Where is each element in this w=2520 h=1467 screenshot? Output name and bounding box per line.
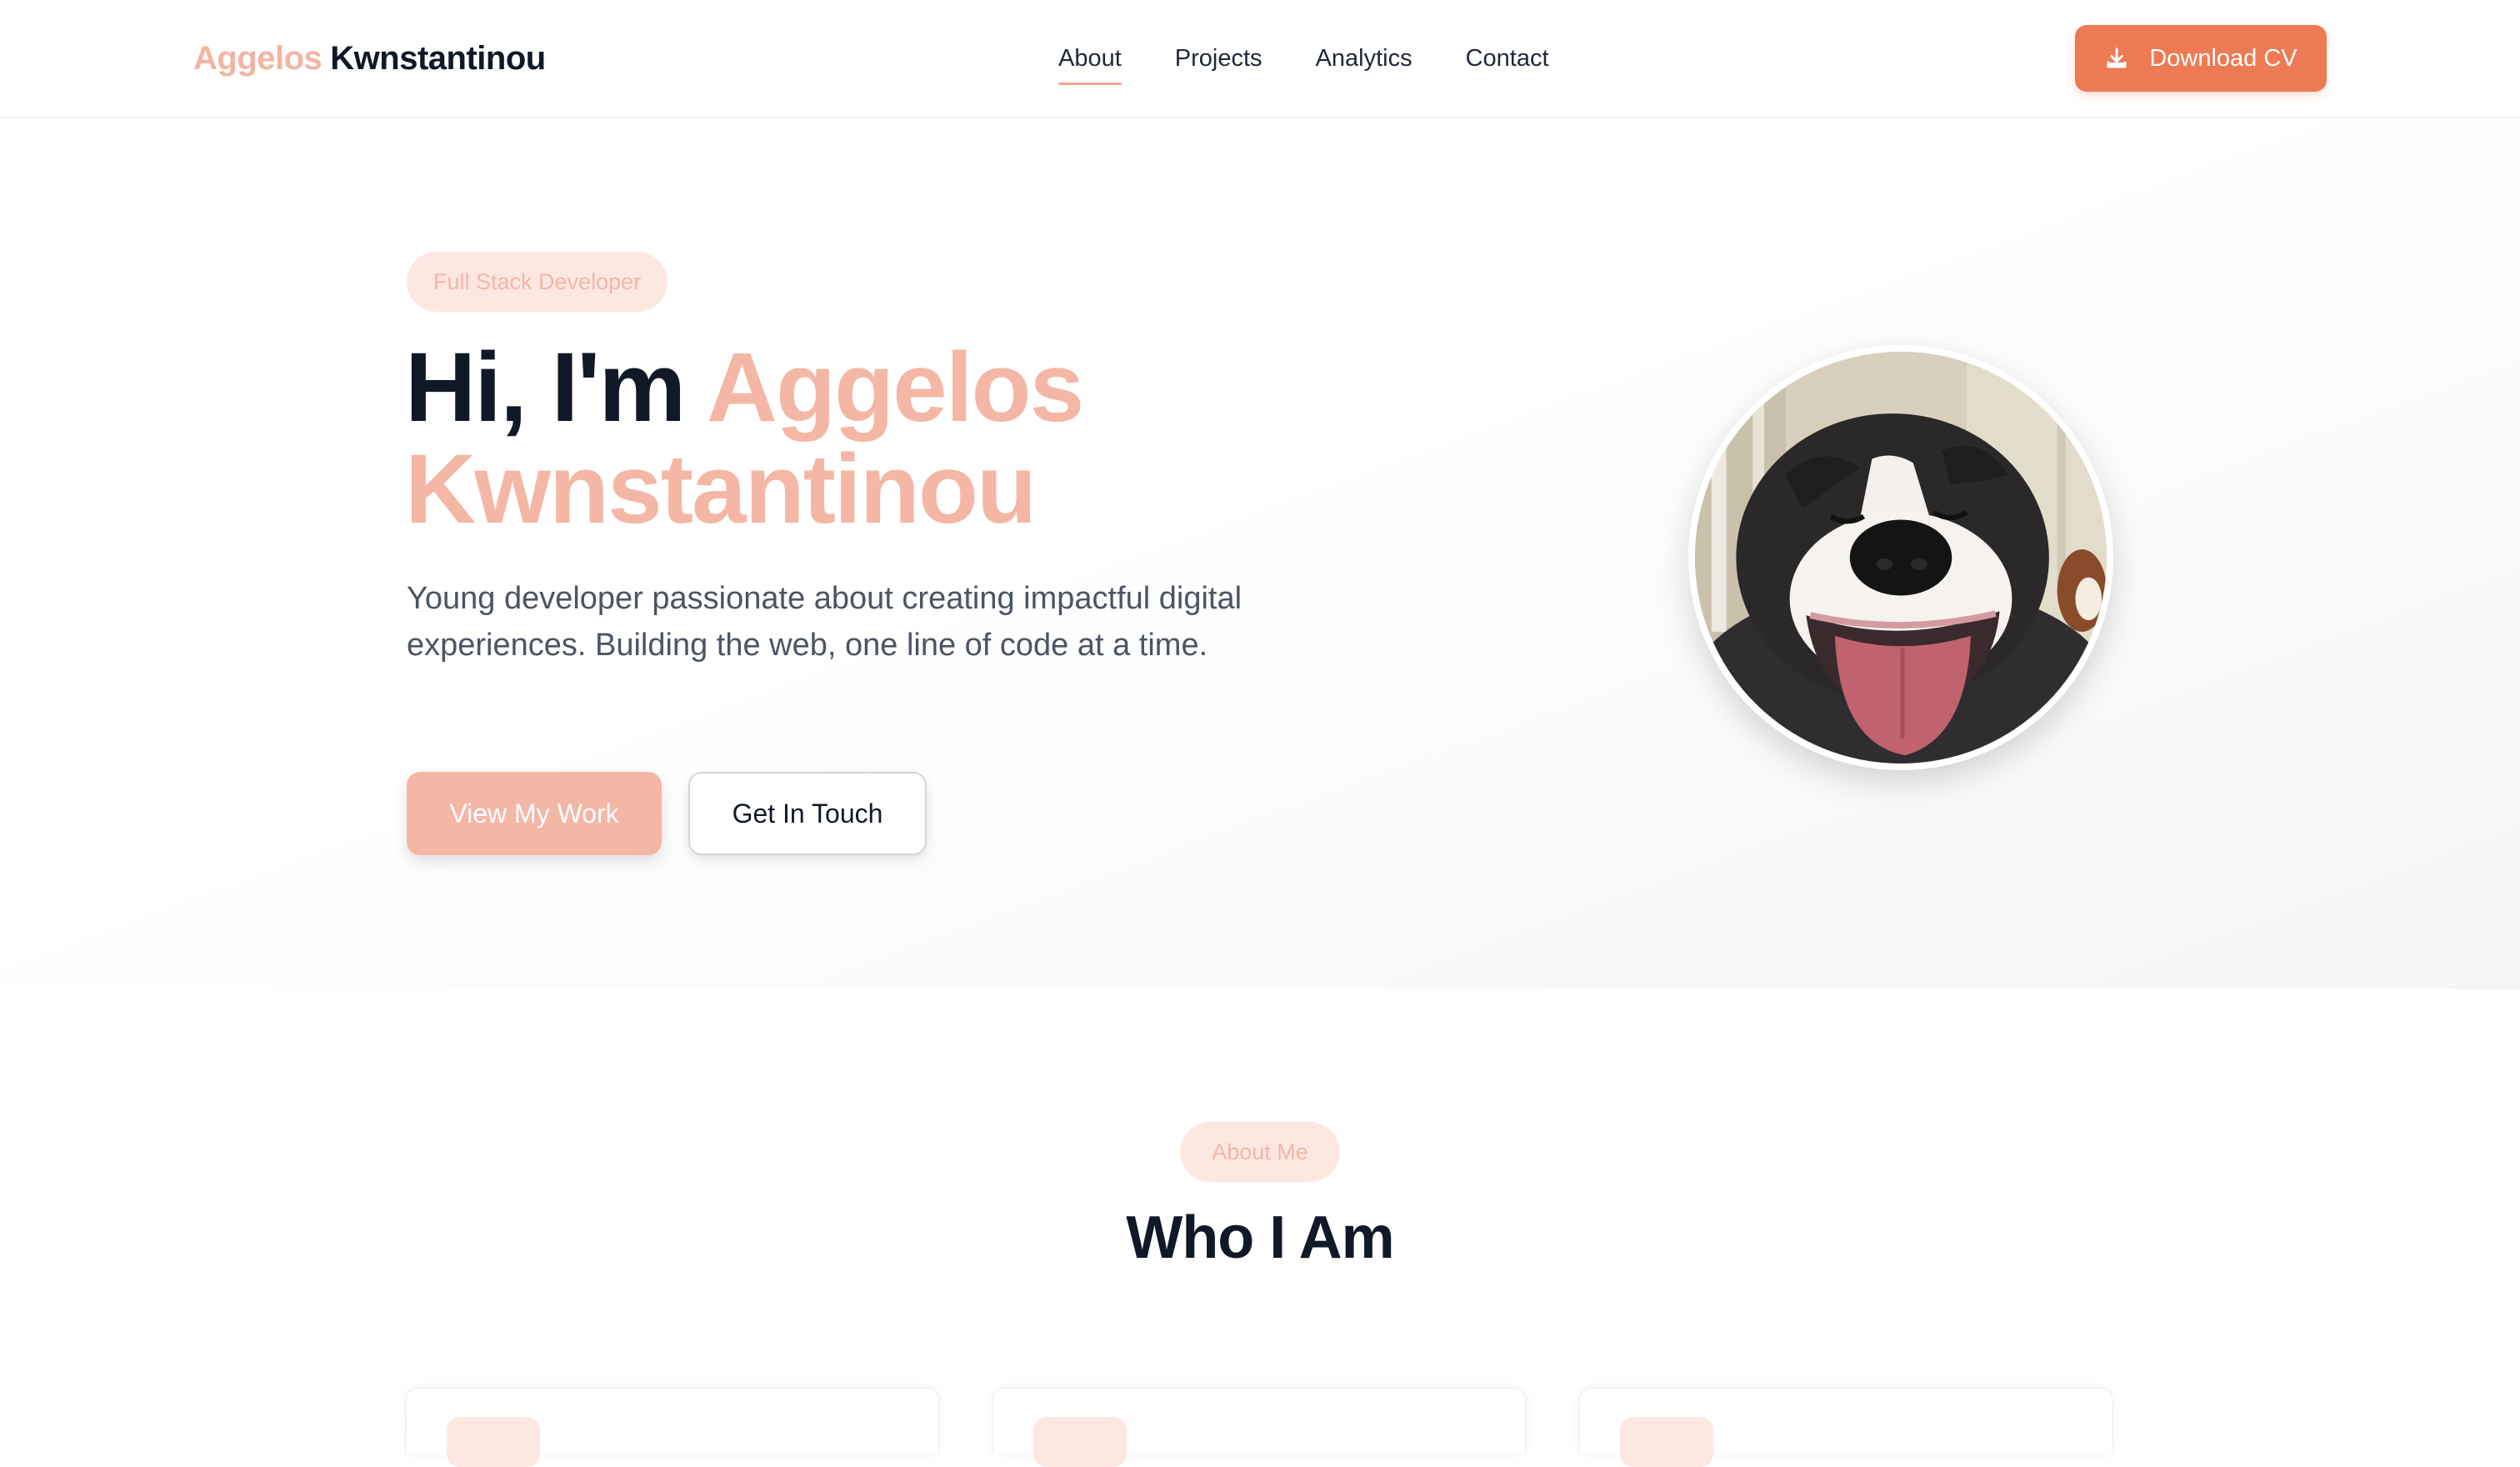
card-icon-box [1033, 1417, 1127, 1467]
hero-greeting: Hi, I'm [405, 333, 686, 443]
about-card [992, 1387, 1527, 1467]
site-logo[interactable]: Aggelos Kwnstantinou [193, 35, 546, 82]
nav-link-projects[interactable]: Projects [1175, 42, 1262, 75]
role-badge: Full Stack Developer [407, 252, 668, 312]
hero-title: Hi, I'm Aggelos Kwnstantinou [405, 337, 1322, 540]
nav-link-contact[interactable]: Contact [1466, 42, 1549, 75]
about-card [1578, 1387, 2113, 1467]
about-card [405, 1387, 940, 1467]
view-my-work-button[interactable]: View My Work [407, 772, 662, 855]
download-icon [2107, 48, 2127, 68]
nav-link-about[interactable]: About [1058, 42, 1122, 85]
card-icon-box [447, 1417, 540, 1467]
profile-avatar [1688, 345, 2113, 770]
hero-description: Young developer passionate about creatin… [407, 581, 1242, 663]
get-in-touch-button[interactable]: Get In Touch [688, 772, 927, 855]
nav-link-analytics[interactable]: Analytics [1316, 42, 1412, 75]
download-cv-label: Download CV [2149, 44, 2298, 72]
hero-section: Full Stack Developer Hi, I'm Aggelos Kwn… [0, 120, 2520, 989]
dog-photo [1695, 352, 2107, 764]
download-cv-button[interactable]: Download CV [2075, 25, 2327, 92]
about-title: Who I Am [1126, 1204, 1394, 1271]
logo-last-name: Kwnstantinou [330, 40, 546, 77]
logo-first-name: Aggelos [193, 40, 322, 77]
about-badge: About Me [1180, 1122, 1340, 1182]
card-icon-box [1620, 1417, 1713, 1467]
navbar: Aggelos Kwnstantinou About Projects Analy… [0, 0, 2520, 118]
main-nav: About Projects Analytics Contact [1058, 42, 1549, 85]
